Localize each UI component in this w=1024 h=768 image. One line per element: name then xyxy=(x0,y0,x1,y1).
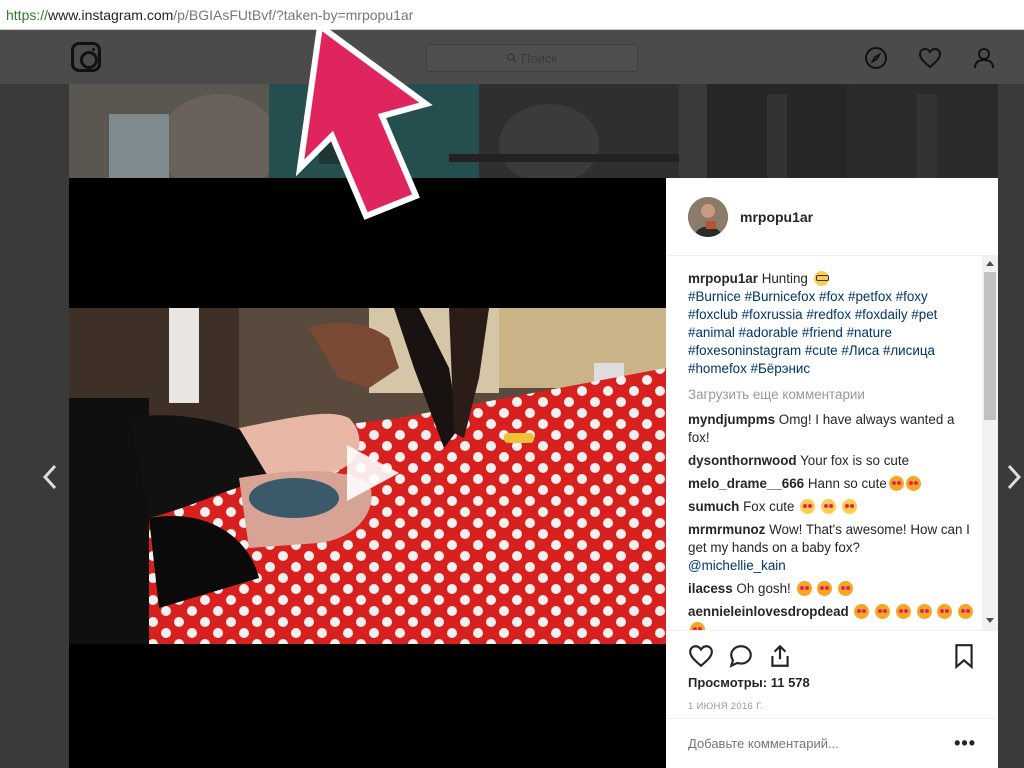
comment-mention[interactable]: @michellie_kain xyxy=(688,558,786,573)
comment-user[interactable]: melo_drame__666 xyxy=(688,476,804,491)
url-scheme: https:// xyxy=(6,6,49,23)
heart-eyes-emoji-icon xyxy=(958,604,974,619)
search-placeholder: Поиск xyxy=(520,50,558,66)
search-icon xyxy=(507,53,517,63)
post-actions xyxy=(666,630,998,680)
scroll-thumb[interactable] xyxy=(984,272,996,420)
heart-eyes-cat-emoji-icon xyxy=(841,499,857,514)
comments-list[interactable]: mrpopu1ar Hunting #Burnice #Burnicefox #… xyxy=(688,270,978,630)
video-frame xyxy=(69,308,666,644)
comment-user[interactable]: aennieleinlovesdropdead xyxy=(688,604,849,619)
nerd-face-emoji-icon xyxy=(813,271,829,286)
caption: mrpopu1ar Hunting #Burnice #Burnicefox #… xyxy=(688,270,978,378)
comment-item: melo_drame__666 Hann so cute xyxy=(688,475,978,493)
hashtags-line-5[interactable]: #homefox #Бёрэнис xyxy=(688,361,810,376)
url-domain: www.instagram.com xyxy=(48,6,174,23)
views-label: Просмотры: xyxy=(688,675,768,690)
heart-eyes-emoji-icon xyxy=(854,604,870,619)
heart-eyes-emoji-icon xyxy=(916,604,932,619)
instagram-logo-icon[interactable] xyxy=(71,42,101,72)
search-input[interactable]: Поиск xyxy=(426,44,638,72)
heart-eyes-emoji-icon xyxy=(796,581,812,596)
comment-item: myndjumpms Omg! I have always wanted a f… xyxy=(688,411,978,447)
caption-text: Hunting xyxy=(761,271,808,286)
hashtags-line-1[interactable]: #Burnice #Burnicefox #fox #petfox #foxy xyxy=(688,289,928,304)
heart-eyes-emoji-icon xyxy=(837,581,853,596)
next-post-chevron-icon[interactable] xyxy=(1004,462,1024,492)
comments-scrollbar[interactable] xyxy=(982,256,998,630)
views-number: 11 578 xyxy=(770,675,810,690)
comment-user[interactable]: myndjumpms xyxy=(688,412,775,427)
heart-eyes-emoji-icon xyxy=(895,604,911,619)
heart-eyes-cat-emoji-icon xyxy=(820,499,836,514)
comment-item: dysonthornwood Your fox is so cute xyxy=(688,452,978,470)
post-header: mrpopu1ar xyxy=(666,178,998,256)
comment-text: Fox cute xyxy=(743,499,795,514)
caption-user[interactable]: mrpopu1ar xyxy=(688,271,758,286)
avatar-image xyxy=(688,196,728,237)
comment-bubble-icon[interactable] xyxy=(728,643,754,669)
share-icon[interactable] xyxy=(767,643,793,669)
scroll-down-arrow-icon[interactable] xyxy=(986,618,994,623)
comment-item: aennieleinlovesdropdead xyxy=(688,603,978,630)
feed-photo-image-2 xyxy=(707,84,998,178)
comment-text: Hann so cute xyxy=(807,476,887,491)
post-side-panel: mrpopu1ar mrpopu1ar Hunting #Burnice #Bu… xyxy=(666,178,998,768)
bookmark-icon[interactable] xyxy=(951,643,977,669)
comment-item: sumuch Fox cute xyxy=(688,498,978,516)
heart-eyes-emoji-icon xyxy=(875,604,891,619)
comment-user[interactable]: ilacess xyxy=(688,581,733,596)
hashtags-line-4[interactable]: #foxesoninstagram #cute #Лиса #лисица xyxy=(688,343,935,358)
comment-user[interactable]: sumuch xyxy=(688,499,739,514)
heart-eyes-emoji-icon xyxy=(905,476,921,491)
views-count: Просмотры: 11 578 xyxy=(688,675,810,690)
like-heart-icon[interactable] xyxy=(688,643,714,669)
add-comment-section: ••• xyxy=(666,718,998,768)
add-comment-input[interactable] xyxy=(688,736,928,751)
hashtags-line-3[interactable]: #animal #adorable #friend #nature xyxy=(688,325,892,340)
compass-icon[interactable] xyxy=(864,46,888,70)
heart-icon[interactable] xyxy=(918,46,942,70)
previous-post-chevron-icon[interactable] xyxy=(40,462,60,492)
profile-icon[interactable] xyxy=(972,46,996,70)
heart-eyes-emoji-icon xyxy=(937,604,953,619)
post-video-player[interactable] xyxy=(69,178,666,768)
heart-eyes-emoji-icon xyxy=(817,581,833,596)
avatar[interactable] xyxy=(688,196,728,237)
comment-item: mrmrmunoz Wow! That's awesome! How can I… xyxy=(688,521,978,575)
heart-eyes-cat-emoji-icon xyxy=(800,499,816,514)
play-icon[interactable] xyxy=(339,441,403,505)
more-options-button[interactable]: ••• xyxy=(954,733,976,754)
address-bar[interactable]: https:// www.instagram.com /p/BGIAsFUtBv… xyxy=(0,0,1024,30)
annotation-arrow-icon xyxy=(295,20,433,220)
heart-eyes-emoji-icon xyxy=(690,622,705,630)
hashtags-line-2[interactable]: #foxclub #foxrussia #redfox #foxdaily #p… xyxy=(688,307,937,322)
load-more-comments-button[interactable]: Загрузить еще комментарии xyxy=(688,386,978,404)
heart-eyes-emoji-icon xyxy=(888,476,904,491)
comment-user[interactable]: dysonthornwood xyxy=(688,453,797,468)
scroll-up-arrow-icon[interactable] xyxy=(986,261,994,266)
feed-photo-background-2 xyxy=(707,84,998,178)
comment-text: Your fox is so cute xyxy=(800,453,910,468)
comment-user[interactable]: mrmrmunoz xyxy=(688,522,765,537)
instagram-header: Поиск xyxy=(0,30,1024,84)
comment-text: Oh gosh! xyxy=(736,581,791,596)
post-date: 1 ИЮНЯ 2016 Г. xyxy=(688,701,764,712)
post-username[interactable]: mrpopu1ar xyxy=(740,209,813,225)
comment-item: ilacess Oh gosh! xyxy=(688,580,978,598)
